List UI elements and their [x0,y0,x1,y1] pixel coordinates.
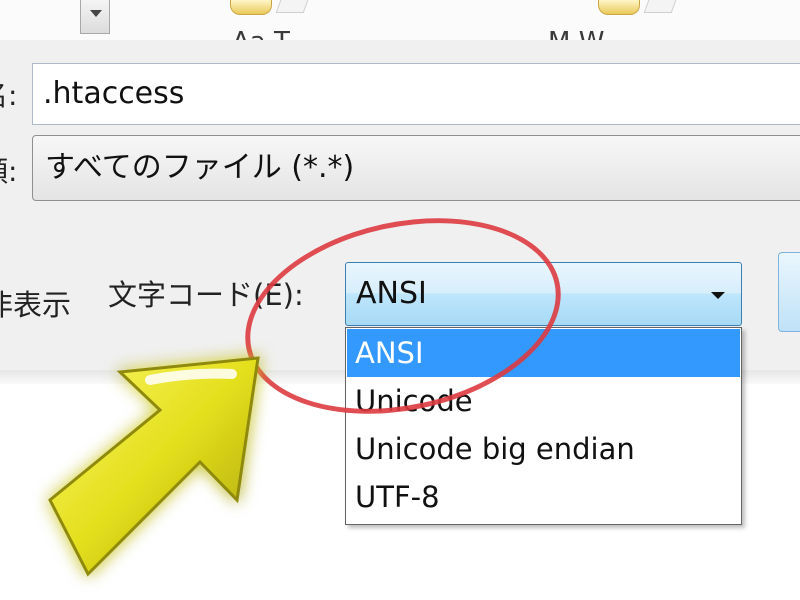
filetype-label: 類: [0,155,18,188]
save-button-edge[interactable] [778,252,800,332]
folder-icon [230,0,272,15]
file-name-cut[interactable]: Aa T [232,22,290,40]
chevron-down-icon[interactable] [711,292,725,299]
file-list-strip: Aa T M W [0,0,800,40]
scroll-down-button[interactable] [80,0,110,34]
document-icon [275,0,309,13]
folder-icon [598,0,640,15]
file-name-cut[interactable]: M W [548,22,604,40]
filename-label: 名: [0,79,18,112]
encoding-option-utf8[interactable]: UTF-8 [347,473,740,521]
filename-input[interactable]: .htaccess [32,63,800,125]
hide-extension-label: 非表示 [0,288,72,322]
filetype-select[interactable]: すべてのファイル (*.*) [32,135,800,201]
document-icon [643,0,677,13]
encoding-option-unicode-big-endian[interactable]: Unicode big endian [347,425,740,473]
